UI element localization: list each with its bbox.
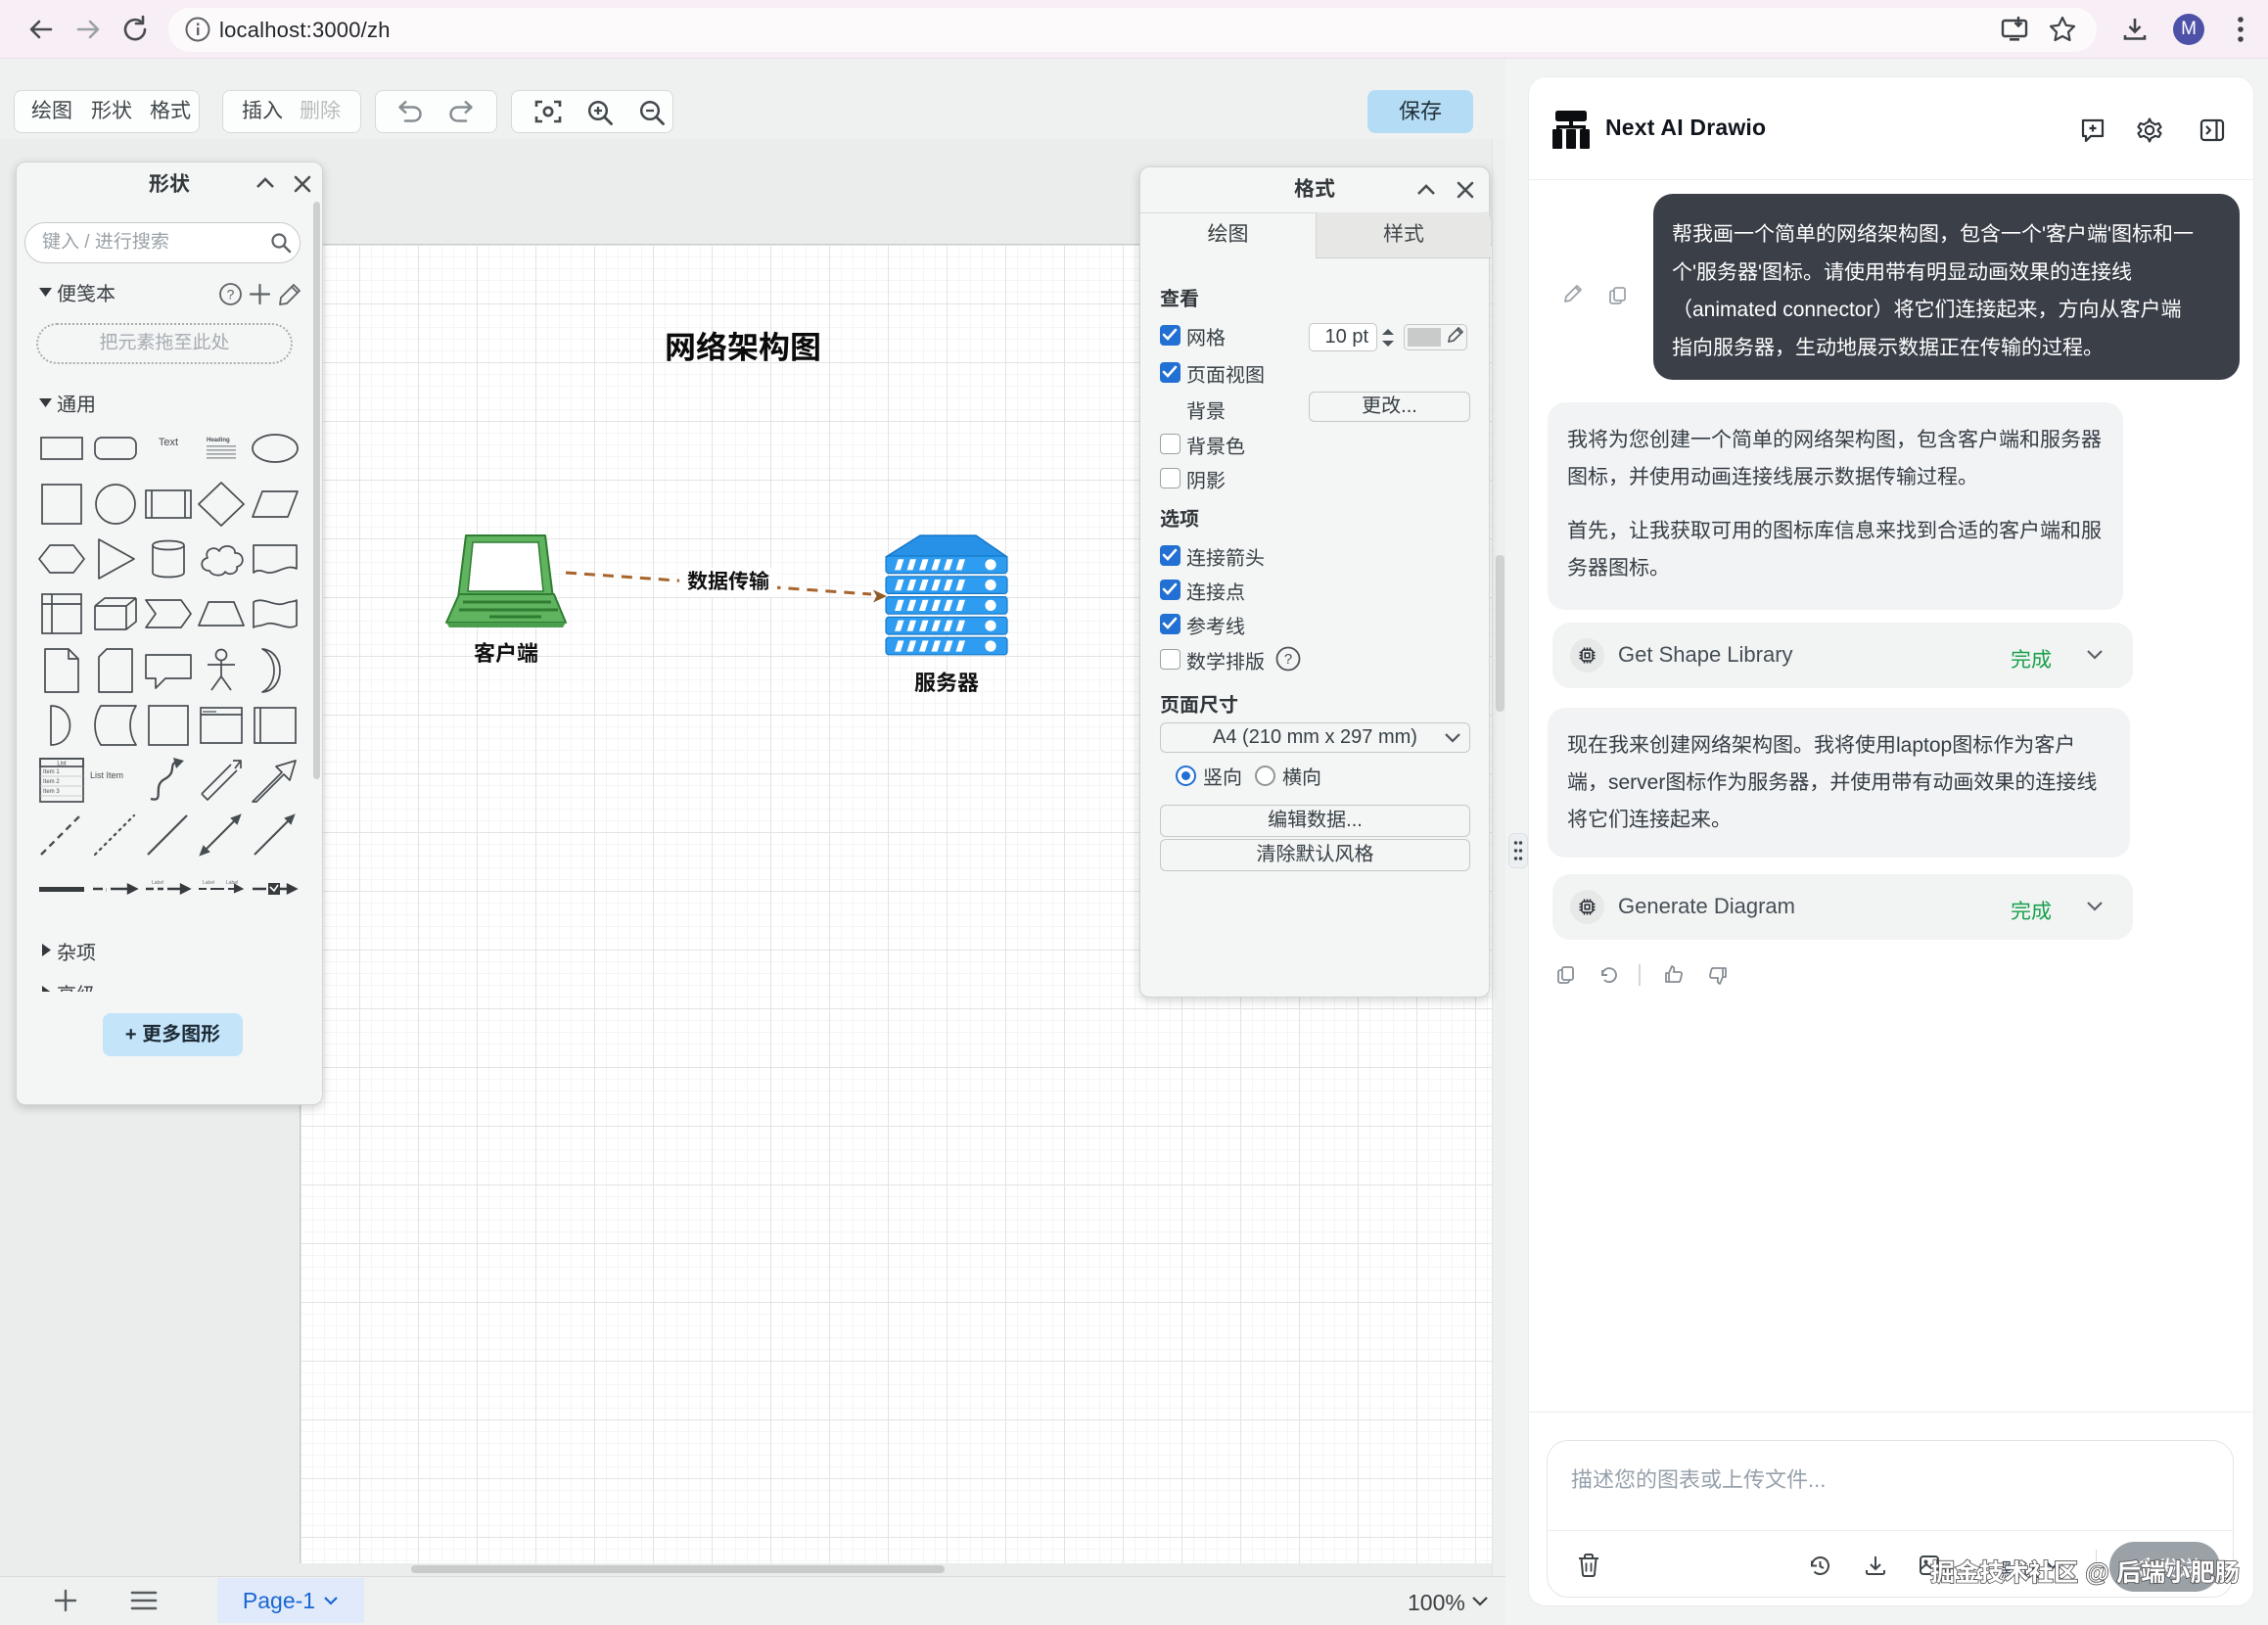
svg-text:?: ? [1284,651,1292,668]
svg-text:Label: Label [152,880,163,886]
svg-text:Heading: Heading [207,438,230,443]
svg-text:List: List [57,762,67,767]
svg-text:Item 3: Item 3 [43,789,60,795]
svg-text:?: ? [227,287,235,302]
svg-text:l: l [106,888,107,894]
svg-text:Item 2: Item 2 [43,779,60,785]
svg-text:Label: Label [203,880,214,886]
svg-text:Item 1: Item 1 [43,769,60,775]
